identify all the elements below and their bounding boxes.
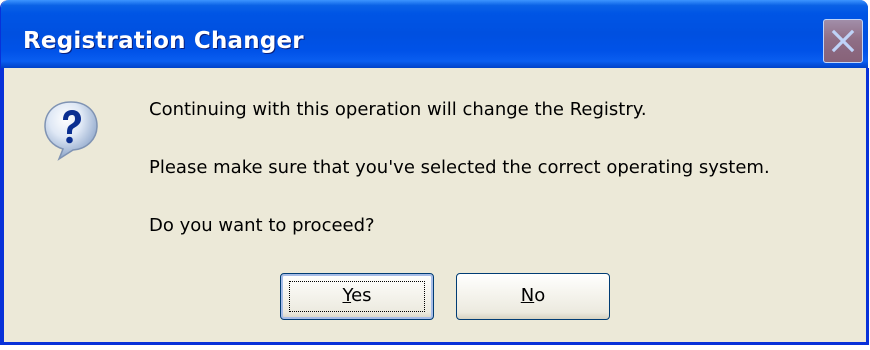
message-line-3: Do you want to proceed? xyxy=(149,215,375,236)
yes-mnemonic: Y xyxy=(342,285,352,306)
no-button[interactable]: No xyxy=(456,273,610,320)
no-label-rest: o xyxy=(534,285,546,306)
title-bar[interactable]: Registration Changer xyxy=(1,0,868,68)
no-mnemonic: N xyxy=(520,285,535,306)
dialog-window: Registration Changer Continuing with thi… xyxy=(0,0,869,345)
no-button-label: No xyxy=(521,285,545,306)
yes-button[interactable]: Yes xyxy=(280,273,434,320)
yes-button-label: Yes xyxy=(342,285,371,306)
close-button[interactable] xyxy=(823,19,863,63)
question-icon xyxy=(44,101,98,161)
window-frame-bottom xyxy=(1,342,869,345)
window-frame-left xyxy=(1,68,4,345)
message-line-1: Continuing with this operation will chan… xyxy=(149,99,647,120)
yes-label-rest: es xyxy=(351,285,372,306)
dialog-title: Registration Changer xyxy=(23,28,304,54)
close-icon xyxy=(831,29,855,53)
message-line-2: Please make sure that you've selected th… xyxy=(149,157,770,178)
window-frame-right xyxy=(866,68,869,345)
